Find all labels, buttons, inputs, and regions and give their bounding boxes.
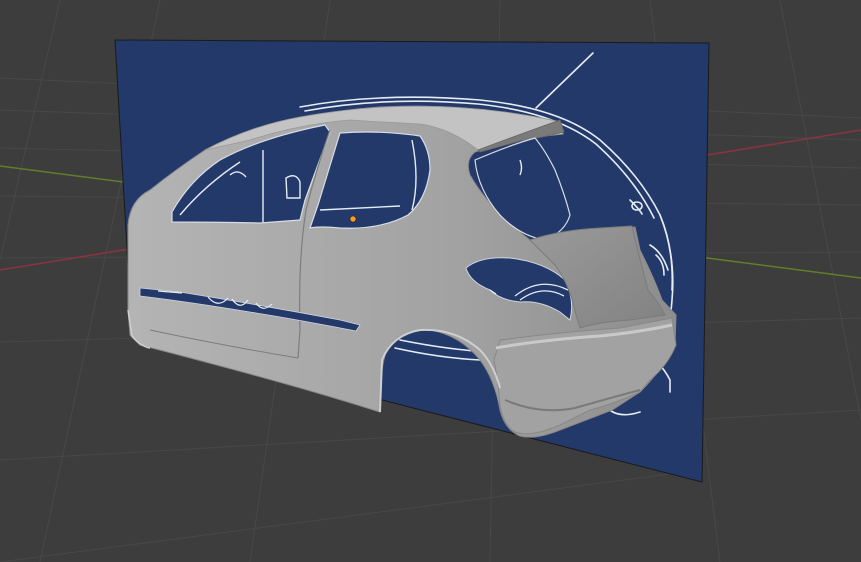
viewport-scene[interactable] [0, 0, 861, 562]
3d-viewport[interactable] [0, 0, 861, 562]
object-origin-point[interactable] [349, 215, 357, 223]
